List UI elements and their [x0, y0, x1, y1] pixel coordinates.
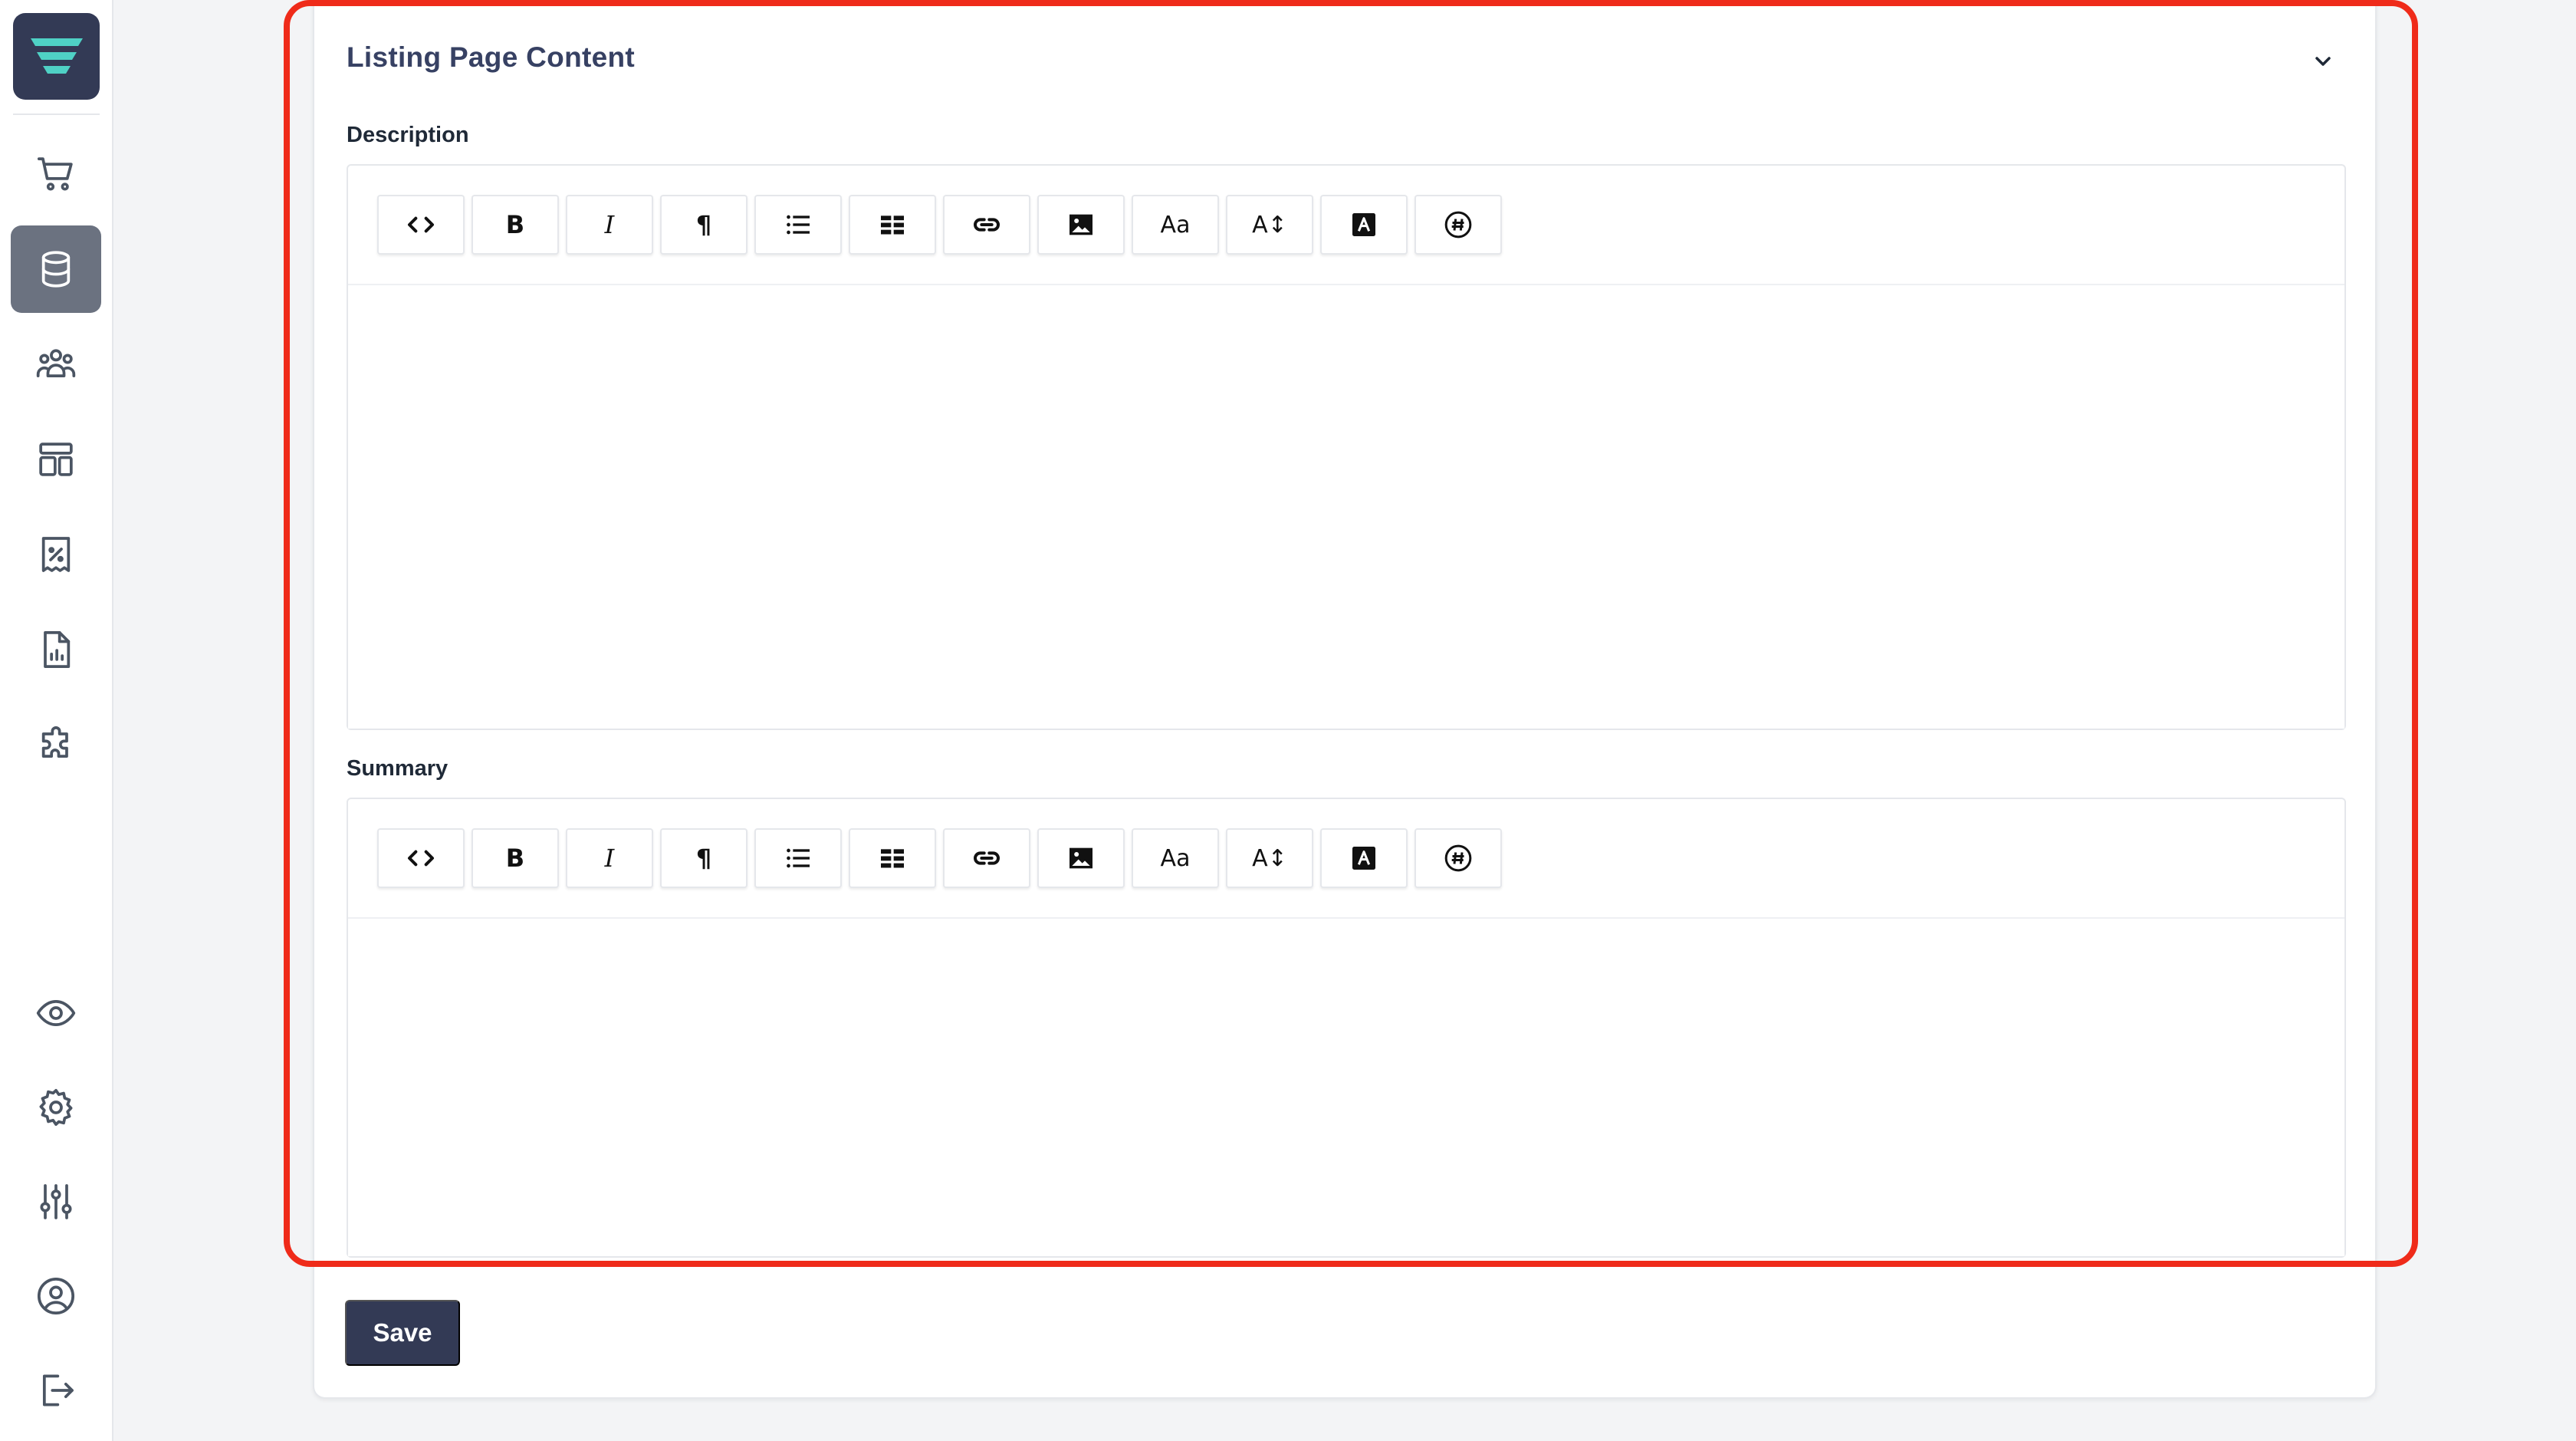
- text-color-button[interactable]: [1320, 195, 1408, 255]
- gear-icon: [39, 1088, 73, 1127]
- eye-icon: [36, 999, 76, 1027]
- table-button[interactable]: [849, 828, 936, 888]
- sidebar-item-account[interactable]: [11, 1252, 101, 1340]
- bold-button[interactable]: B: [472, 195, 559, 255]
- table-icon: [881, 849, 904, 868]
- sliders-icon: [40, 1184, 72, 1219]
- summary-toolbar: B I ¶ Aa A↕: [348, 799, 2344, 919]
- special-characters-button[interactable]: [1414, 195, 1502, 255]
- sidebar-item-extensions[interactable]: [11, 701, 101, 788]
- shopping-cart-icon: [37, 157, 73, 191]
- bulleted-list-icon: [787, 215, 810, 235]
- sidebar-item-customers[interactable]: [11, 321, 101, 408]
- users-icon: [36, 349, 76, 378]
- bulleted-list-button[interactable]: [754, 195, 842, 255]
- hashtag-icon: [1444, 211, 1472, 239]
- image-button[interactable]: [1037, 828, 1125, 888]
- font-size-button[interactable]: Aa: [1132, 828, 1219, 888]
- table-button[interactable]: [849, 195, 936, 255]
- sidebar: [0, 0, 113, 1441]
- sidebar-item-reports[interactable]: [11, 606, 101, 693]
- sidebar-item-logout[interactable]: [11, 1347, 101, 1434]
- paragraph-button[interactable]: ¶: [660, 828, 748, 888]
- italic-button[interactable]: I: [566, 195, 653, 255]
- font-size-button[interactable]: Aa: [1132, 195, 1219, 255]
- bold-button[interactable]: B: [472, 828, 559, 888]
- summary-label: Summary: [347, 756, 449, 781]
- description-toolbar: B I ¶ Aa A↕: [348, 166, 2344, 285]
- sidebar-item-configuration[interactable]: [11, 1158, 101, 1245]
- table-icon: [881, 215, 904, 235]
- code-icon: [408, 850, 434, 867]
- text-color-icon: [1352, 213, 1375, 236]
- line-height-button[interactable]: A↕: [1226, 828, 1313, 888]
- listing-page-content-card: Listing Page Content Description B I ¶ A…: [313, 0, 2377, 1399]
- image-icon: [1070, 847, 1092, 869]
- puzzle-icon: [41, 726, 68, 758]
- logo-icon: [30, 38, 83, 74]
- chevron-down-icon: [2315, 57, 2331, 66]
- description-editor: B I ¶ Aa A↕: [347, 164, 2346, 730]
- section-title: Listing Page Content: [347, 41, 635, 73]
- database-icon: [41, 251, 71, 288]
- sidebar-item-preview[interactable]: [11, 969, 101, 1057]
- discount-receipt-icon: [41, 537, 71, 572]
- user-circle-icon: [37, 1277, 75, 1315]
- link-button[interactable]: [943, 195, 1030, 255]
- bulleted-list-button[interactable]: [754, 828, 842, 888]
- hashtag-icon: [1444, 844, 1472, 872]
- special-characters-button[interactable]: [1414, 828, 1502, 888]
- link-button[interactable]: [943, 828, 1030, 888]
- app-logo[interactable]: [13, 13, 100, 100]
- code-icon: [408, 216, 434, 233]
- summary-text-area[interactable]: [348, 919, 2344, 1256]
- description-text-area[interactable]: [348, 285, 2344, 729]
- link-icon: [974, 851, 1000, 865]
- summary-editor: B I ¶ Aa A↕: [347, 798, 2346, 1258]
- line-height-button[interactable]: A↕: [1226, 195, 1313, 255]
- logout-icon: [42, 1374, 74, 1406]
- code-view-button[interactable]: [377, 195, 465, 255]
- report-file-icon: [44, 630, 71, 669]
- text-color-icon: [1352, 847, 1375, 870]
- sidebar-item-settings[interactable]: [11, 1064, 101, 1151]
- collapse-toggle[interactable]: [2308, 46, 2338, 77]
- text-color-button[interactable]: [1320, 828, 1408, 888]
- sidebar-item-content[interactable]: [11, 416, 101, 503]
- bulleted-list-icon: [787, 848, 810, 868]
- save-button[interactable]: Save: [345, 1300, 460, 1366]
- description-label: Description: [347, 123, 469, 147]
- paragraph-button[interactable]: ¶: [660, 195, 748, 255]
- sidebar-item-promotions[interactable]: [11, 511, 101, 598]
- image-button[interactable]: [1037, 195, 1125, 255]
- code-view-button[interactable]: [377, 828, 465, 888]
- sidebar-item-orders[interactable]: [11, 130, 101, 218]
- layout-icon: [39, 442, 73, 476]
- sidebar-item-catalog[interactable]: [11, 225, 101, 313]
- image-icon: [1070, 214, 1092, 235]
- sidebar-divider: [13, 114, 100, 115]
- link-icon: [974, 218, 1000, 232]
- italic-button[interactable]: I: [566, 828, 653, 888]
